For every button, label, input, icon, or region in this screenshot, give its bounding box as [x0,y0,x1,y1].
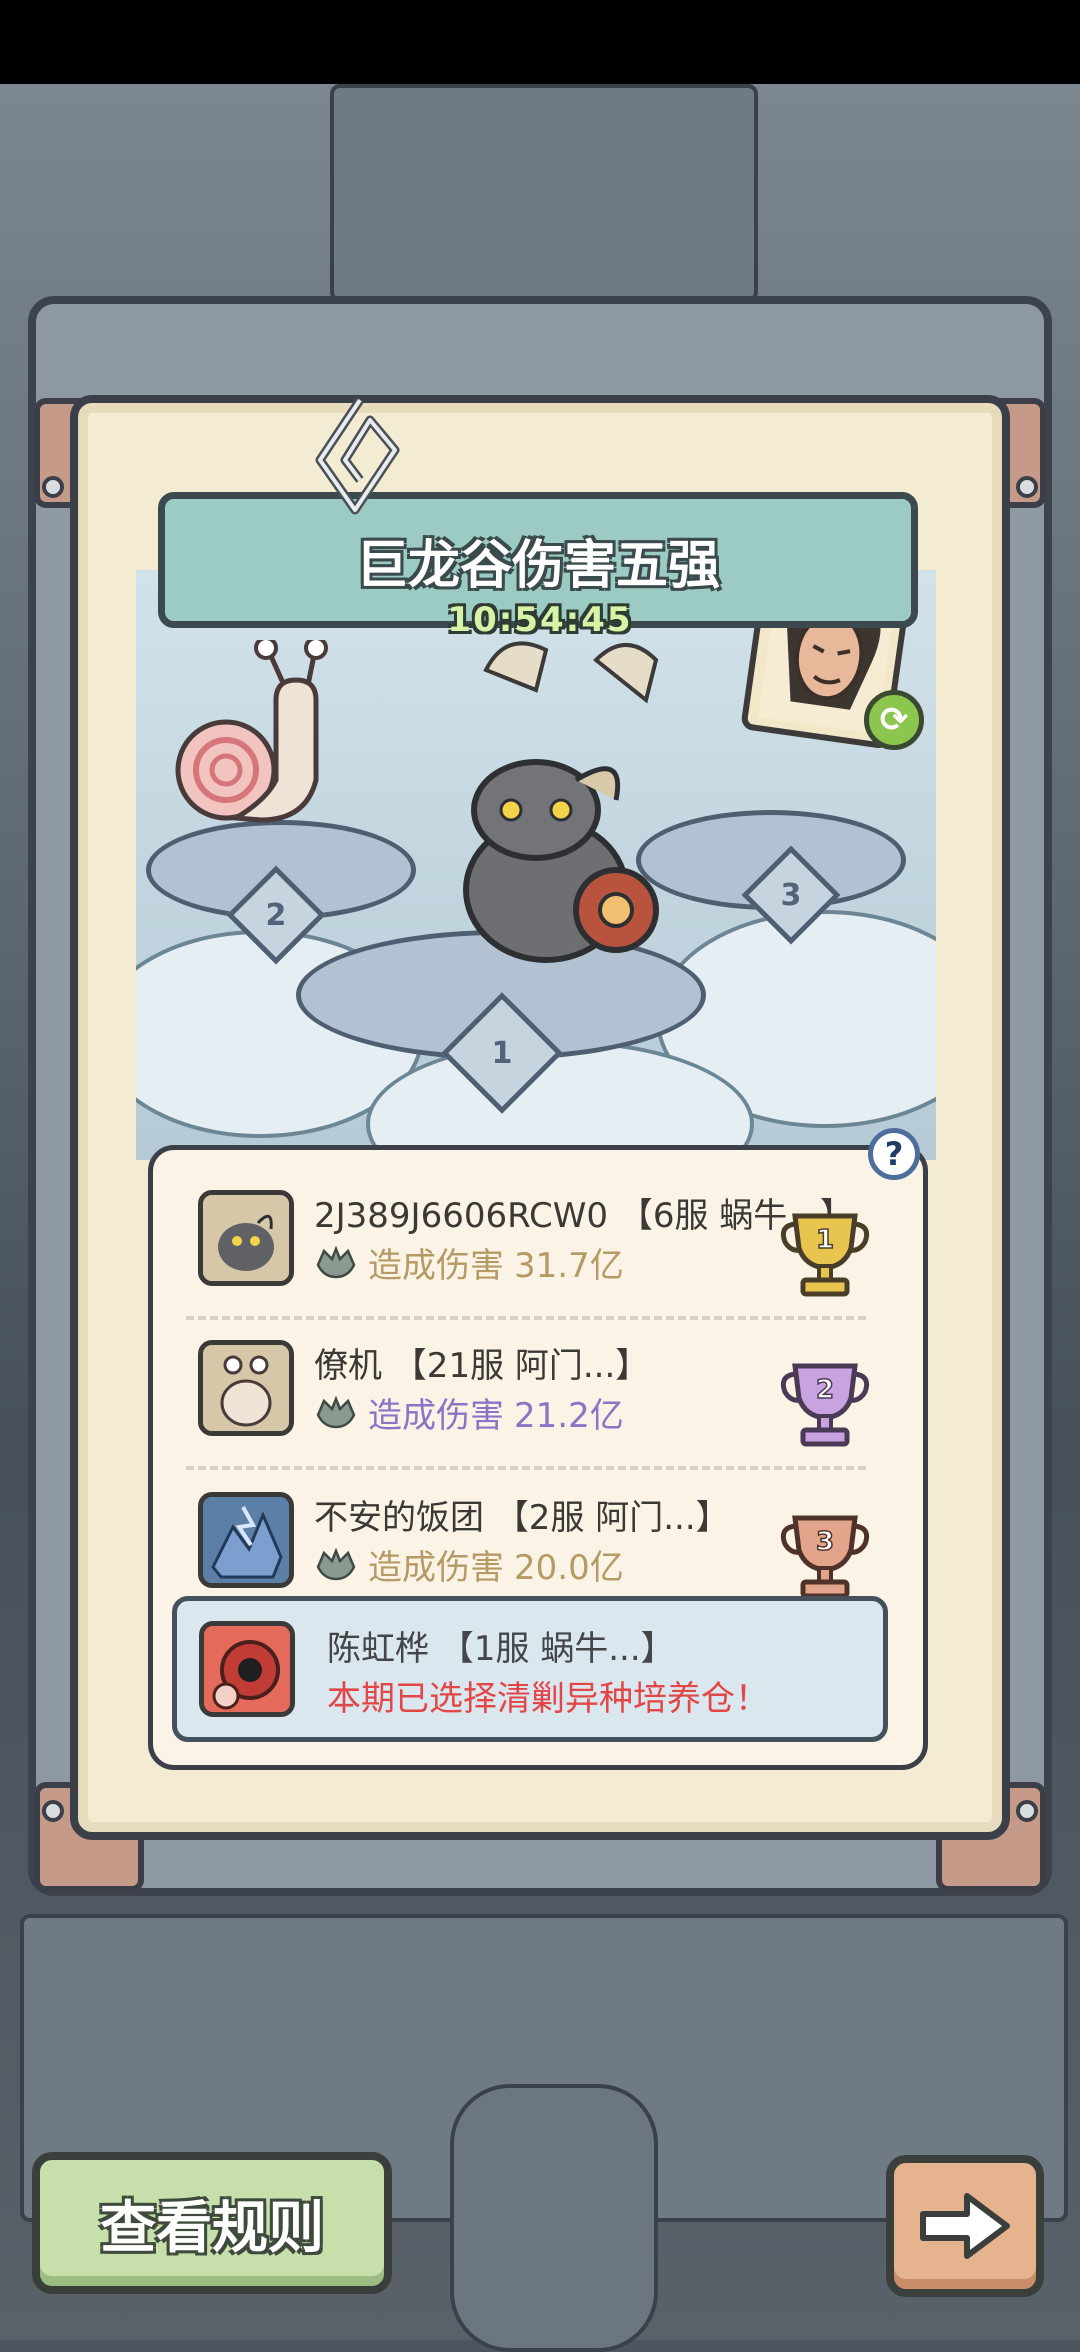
ranking-row[interactable]: 2J389J6606RCW0 【6服 蜗牛...】 造成伤害 31.7亿 1 [190,1180,890,1310]
damage-label: 造成伤害 [368,1246,504,1286]
next-arrow-icon [920,2193,1010,2259]
divider [186,1316,866,1320]
damage-value: 20.0亿 [514,1548,624,1588]
player-name: 不安的饭团 【2服 阿门...】 [314,1498,730,1538]
damage-stat: 造成伤害 21.2亿 [314,1388,624,1437]
self-status-note: 本期已选择清剿异种培养仓！ [327,1679,769,1719]
divider [186,1466,866,1470]
next-button[interactable] [886,2155,1044,2297]
bolt [42,1800,64,1822]
gold-trophy-icon: 1 [780,1213,870,1297]
damage-stat: 造成伤害 20.0亿 [314,1540,624,1589]
self-ranking-row[interactable]: 陈虹桦 【1服 蜗牛...】 本期已选择清剿异种培养仓！ [172,1596,888,1742]
player-avatar [198,1190,294,1286]
ranking-row[interactable]: 僚机 【21服 阿门...】 造成伤害 21.2亿 2 [190,1330,890,1460]
dragon-head-icon [316,1245,356,1278]
svg-text:2: 2 [816,1375,834,1405]
damage-stat: 造成伤害 31.7亿 [314,1238,624,1287]
damage-value: 31.7亿 [514,1246,624,1286]
damage-label: 造成伤害 [368,1548,504,1588]
snail-character [175,640,328,823]
ranking-row[interactable]: 不安的饭团 【2服 阿门...】 造成伤害 20.0亿 3 [190,1482,890,1612]
help-icon[interactable]: ? [868,1128,920,1180]
bronze-trophy-icon: 3 [780,1515,870,1599]
dragon-head-icon [316,1547,356,1580]
svg-text:3: 3 [816,1527,834,1557]
floating-debris [483,641,659,704]
paperclip-icon [315,397,400,515]
dragon-character [463,759,659,963]
silver-trophy-icon: 2 [780,1363,870,1447]
damage-label: 造成伤害 [368,1396,504,1436]
player-avatar [198,1340,294,1436]
page-title: 巨龙谷伤害五强 [355,535,720,596]
player-name: 2J389J6606RCW0 【6服 蜗牛...】 [314,1196,854,1236]
refresh-icon[interactable]: ⟳ [864,690,924,750]
self-name: 陈虹桦 【1服 蜗牛...】 [327,1629,675,1669]
bolt [1016,476,1038,498]
view-rules-button[interactable]: 查看规则 [32,2152,392,2294]
self-avatar [199,1621,295,1717]
player-avatar [198,1492,294,1588]
view-rules-label: 查看规则 [100,2195,324,2261]
svg-text:1: 1 [816,1225,834,1255]
player-name: 僚机 【21服 阿门...】 [314,1346,650,1386]
countdown-timer: 10:54:45 [447,600,633,640]
bolt [42,476,64,498]
dragon-head-icon [316,1395,356,1428]
bolt [1016,1800,1038,1822]
damage-value: 21.2亿 [514,1396,624,1436]
status-bar [0,0,1080,84]
